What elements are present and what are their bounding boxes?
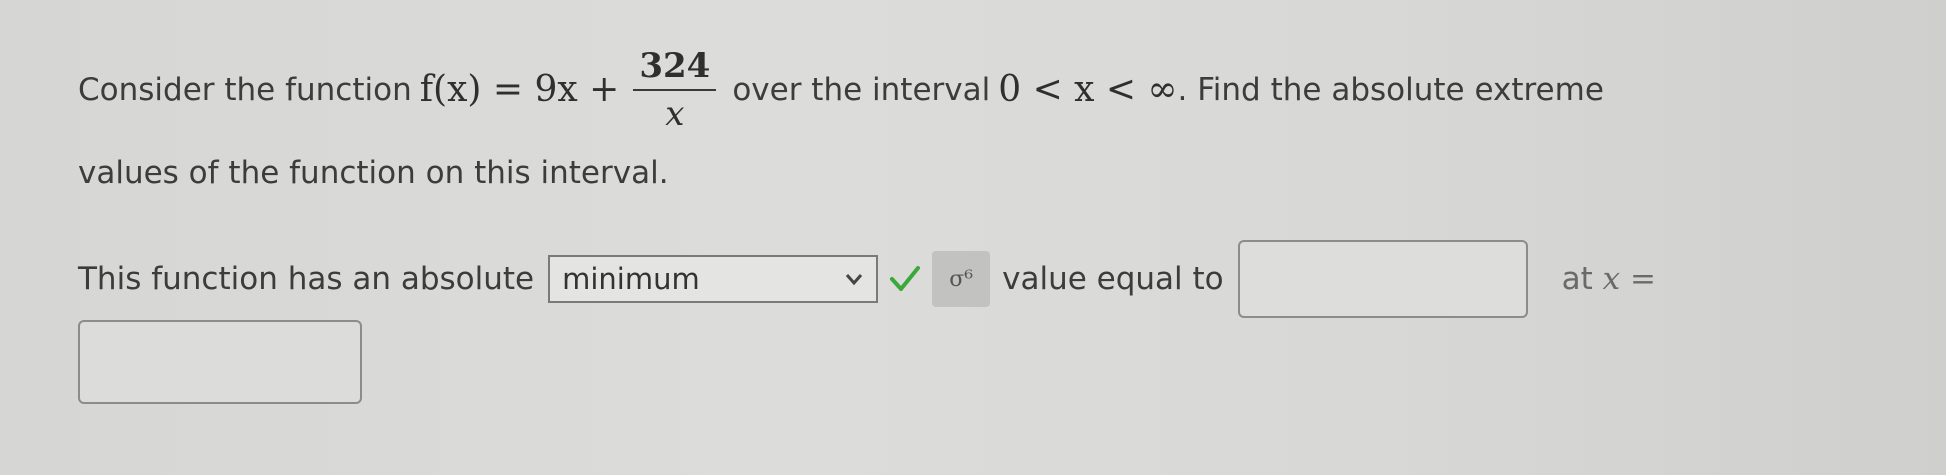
extreme-type-select[interactable]: minimum	[548, 255, 879, 303]
answer-prefix: This function has an absolute	[78, 261, 535, 297]
check-icon	[890, 266, 921, 291]
problem-statement: Consider the function f(x) = 9x + 324 x …	[78, 30, 1898, 189]
task-text: . Find the absolute extreme	[1177, 71, 1604, 108]
intro-text: Consider the function	[78, 71, 412, 108]
problem-line-2: values of the function on this interval.	[78, 155, 669, 191]
x-value-input[interactable]	[78, 320, 362, 404]
at-text: at	[1561, 261, 1593, 297]
fraction: 324 x	[633, 46, 717, 134]
problem-line-1: Consider the function f(x) = 9x + 324 x …	[78, 30, 1898, 150]
selected-option: minimum	[562, 262, 700, 296]
fraction-numerator: 324	[639, 46, 711, 86]
math-symbol-icon: σ⁶	[949, 266, 974, 292]
chevron-down-icon	[845, 274, 863, 286]
at-x-label: at x =	[1562, 261, 1656, 297]
interval-math: 0 < x < ∞	[998, 69, 1178, 110]
answer-row: This function has an absolute minimum σ⁶…	[78, 240, 1656, 318]
value-equal-text: value equal to	[1002, 261, 1224, 297]
extreme-value-input[interactable]	[1237, 240, 1528, 318]
x-equals: x =	[1602, 261, 1656, 297]
math-symbol-button[interactable]: σ⁶	[932, 251, 991, 307]
function-lhs: f(x) = 9x +	[419, 69, 620, 110]
fraction-denominator: x	[665, 94, 685, 134]
interval-text: over the interval	[732, 71, 991, 108]
